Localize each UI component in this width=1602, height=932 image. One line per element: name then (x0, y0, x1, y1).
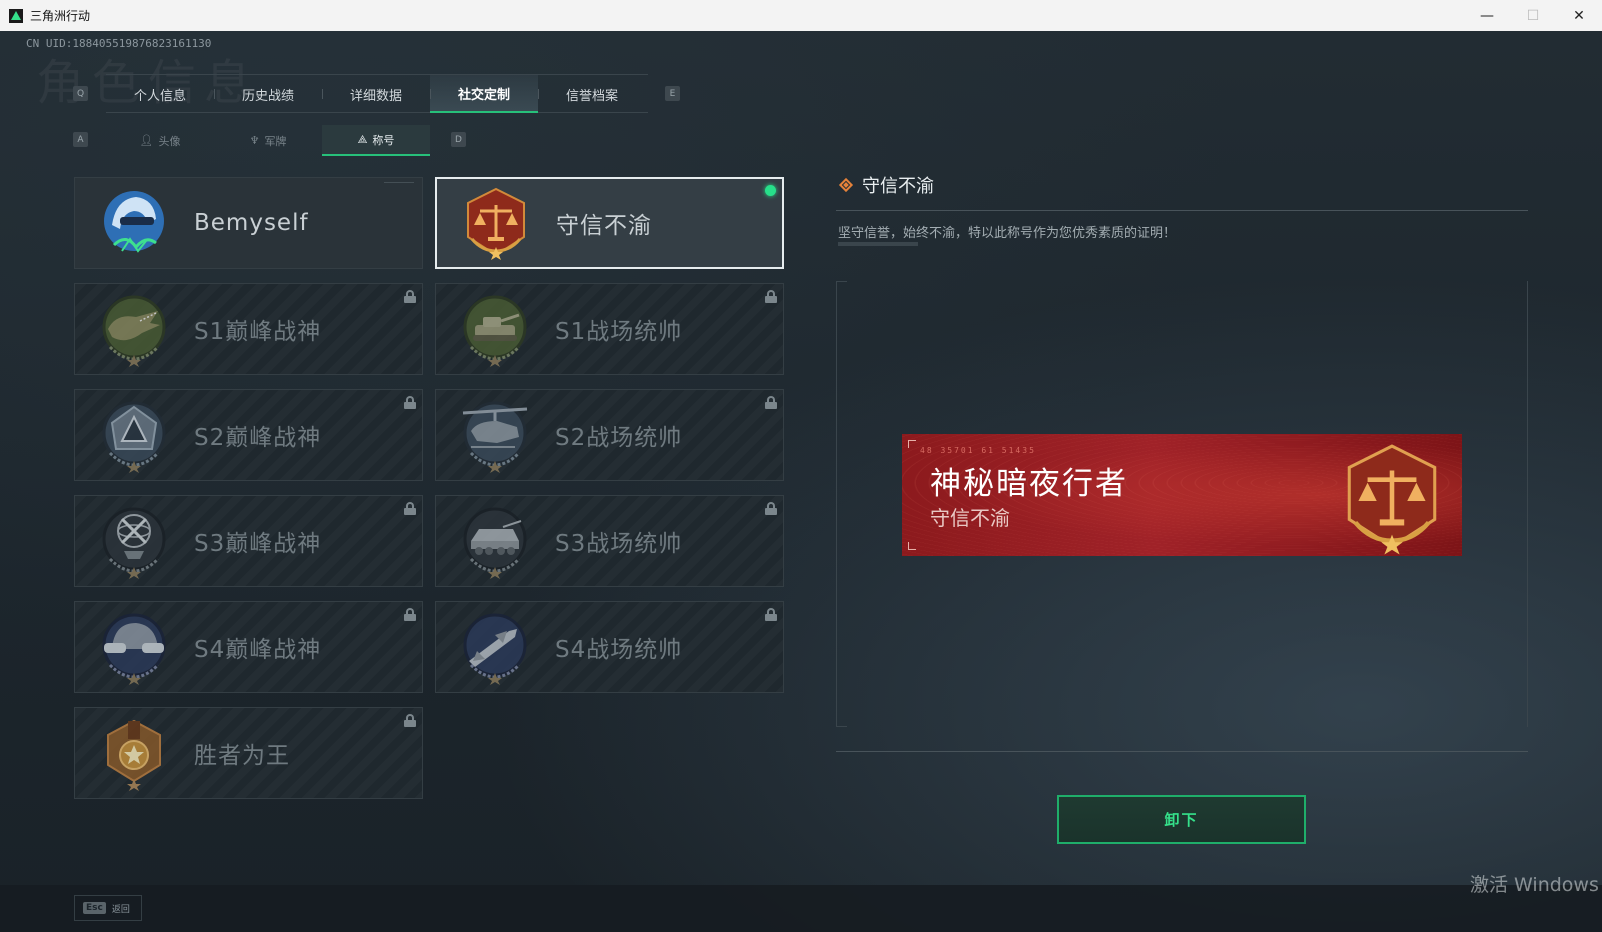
person-icon: 👤︎ (139, 134, 154, 147)
title-card-s2-peak-god[interactable]: S2巅峰战神 (74, 389, 423, 481)
minimize-button[interactable]: — (1464, 0, 1510, 31)
detail-title-text: 守信不渝 (862, 176, 934, 197)
maximize-button[interactable]: ☐ (1510, 0, 1556, 31)
title-card-label: S2巅峰战神 (194, 425, 322, 451)
title-card-label: 胜者为王 (194, 743, 290, 769)
globe-badge-icon (96, 503, 172, 579)
next-subtab-key-hint[interactable]: D (451, 132, 466, 147)
detail-description: 坚守信誉，始终不渝，特以此称号作为您优秀素质的证明！ (838, 226, 1177, 241)
title-card-label: S3巅峰战神 (194, 531, 322, 557)
lock-icon (765, 290, 777, 303)
bottom-bar: Esc 返回 (0, 885, 1602, 932)
title-card-winner-is-king[interactable]: 胜者为王 (74, 707, 423, 799)
divider (836, 210, 1528, 211)
title-card-label: S4战场统帅 (555, 637, 683, 663)
title-card-label: Bemyself (194, 210, 309, 236)
decorative-bar (838, 242, 918, 246)
equipped-indicator-icon (765, 185, 776, 196)
tab-detailed-stats[interactable]: 详细数据 (322, 75, 430, 113)
windows-activation-watermark: 激活 Windows (1470, 874, 1599, 896)
lock-icon (404, 396, 416, 409)
detail-header: 守信不渝 (838, 172, 934, 198)
lock-icon (765, 396, 777, 409)
window-title: 三角洲行动 (30, 9, 91, 23)
tab-credit-record[interactable]: 信誉档案 (538, 75, 646, 113)
subtab-dogtag[interactable]: ♆ 军牌 (214, 125, 322, 156)
title-grid: Bemyself 守信不渝 S1巅峰战神 S1战场统帅 S2巅峰战神 S2战场统… (74, 177, 788, 837)
lock-icon (404, 608, 416, 621)
lock-icon (404, 502, 416, 515)
title-card-s3-peak-god[interactable]: S3巅峰战神 (74, 495, 423, 587)
title-card-s3-commander[interactable]: S3战场统帅 (435, 495, 784, 587)
title-card-bemyself[interactable]: Bemyself (74, 177, 423, 269)
subtab-dogtag-label: 军牌 (264, 134, 287, 148)
title-card-label: S1巅峰战神 (194, 319, 322, 345)
title-card-s1-commander[interactable]: S1战场统帅 (435, 283, 784, 375)
nameplate-preview: 48 35701 61 51435 神秘暗夜行者 守信不渝 (902, 434, 1462, 556)
esc-key-hint: Esc (83, 902, 106, 914)
title-card-label: S3战场统帅 (555, 531, 683, 557)
delta-force-app-icon (9, 8, 23, 23)
title-card-label: S2战场统帅 (555, 425, 683, 451)
lock-icon (765, 502, 777, 515)
nvg-helmet-badge-icon (96, 609, 172, 685)
tab-personal-info[interactable]: 个人信息 (106, 75, 214, 113)
missile-badge-icon (457, 609, 533, 685)
nameplate-player-name: 神秘暗夜行者 (930, 466, 1128, 502)
title-card-label: S4巅峰战神 (194, 637, 322, 663)
title-card-s1-peak-god[interactable]: S1巅峰战神 (74, 283, 423, 375)
window-titlebar: 三角洲行动 — ☐ ✕ (0, 0, 1602, 31)
title-card-keep-faith[interactable]: 守信不渝 (435, 177, 784, 269)
lock-icon (404, 714, 416, 727)
title-card-s4-peak-god[interactable]: S4巅峰战神 (74, 601, 423, 693)
title-card-s4-commander[interactable]: S4战场统帅 (435, 601, 784, 693)
subtab-avatar[interactable]: 👤︎ 头像 (106, 125, 214, 156)
bracket-corner (908, 440, 916, 448)
lock-icon (765, 608, 777, 621)
back-button[interactable]: Esc 返回 (74, 895, 142, 921)
title-card-label: 守信不渝 (556, 213, 652, 239)
scales-badge-icon (458, 185, 534, 261)
lock-icon (404, 290, 416, 303)
nameplate-title: 守信不渝 (930, 506, 1010, 530)
back-label: 返回 (111, 904, 130, 915)
subtab-avatar-label: 头像 (158, 134, 181, 148)
title-card-s2-commander[interactable]: S2战场统帅 (435, 389, 784, 481)
apc-badge-icon (457, 503, 533, 579)
corner-deco (384, 182, 414, 183)
title-diamond-icon (838, 177, 854, 193)
subtab-title-label: 称号 (372, 133, 395, 147)
tank-badge-icon (457, 291, 533, 367)
title-icon: ⟁ (357, 132, 368, 146)
helicopter-badge-icon (457, 397, 533, 473)
subtab-title[interactable]: ⟁ 称号 (322, 125, 430, 156)
crocodile-badge-icon (96, 291, 172, 367)
nameplate-code: 48 35701 61 51435 (920, 446, 1036, 455)
prev-subtab-key-hint[interactable]: A (73, 132, 88, 147)
tab-social-customization[interactable]: 社交定制 (430, 75, 538, 113)
dogtag-icon: ♆ (249, 134, 260, 147)
medal-badge-icon (96, 715, 172, 791)
next-tab-key-hint[interactable]: E (665, 86, 680, 101)
bracket-corner (908, 542, 916, 550)
player-uid: CN UID:188405519876823161130 (26, 37, 212, 50)
unequip-button[interactable]: 卸下 (1057, 795, 1306, 844)
prev-tab-key-hint[interactable]: Q (73, 86, 88, 101)
delta-emblem-badge-icon (96, 397, 172, 473)
divider (836, 751, 1528, 752)
title-card-label: S1战场统帅 (555, 319, 683, 345)
helmet-signature-badge-icon (96, 185, 172, 261)
scales-badge-icon (1347, 444, 1437, 555)
tab-match-history[interactable]: 历史战绩 (214, 75, 322, 113)
game-viewport: 角色信息 CN UID:188405519876823161130 Q 个人信息… (0, 31, 1602, 932)
sub-tabs: 👤︎ 头像 ♆ 军牌 ⟁ 称号 (106, 125, 432, 156)
close-button[interactable]: ✕ (1556, 0, 1602, 31)
main-tabs: 个人信息 历史战绩 详细数据 社交定制 信誉档案 (106, 74, 648, 113)
